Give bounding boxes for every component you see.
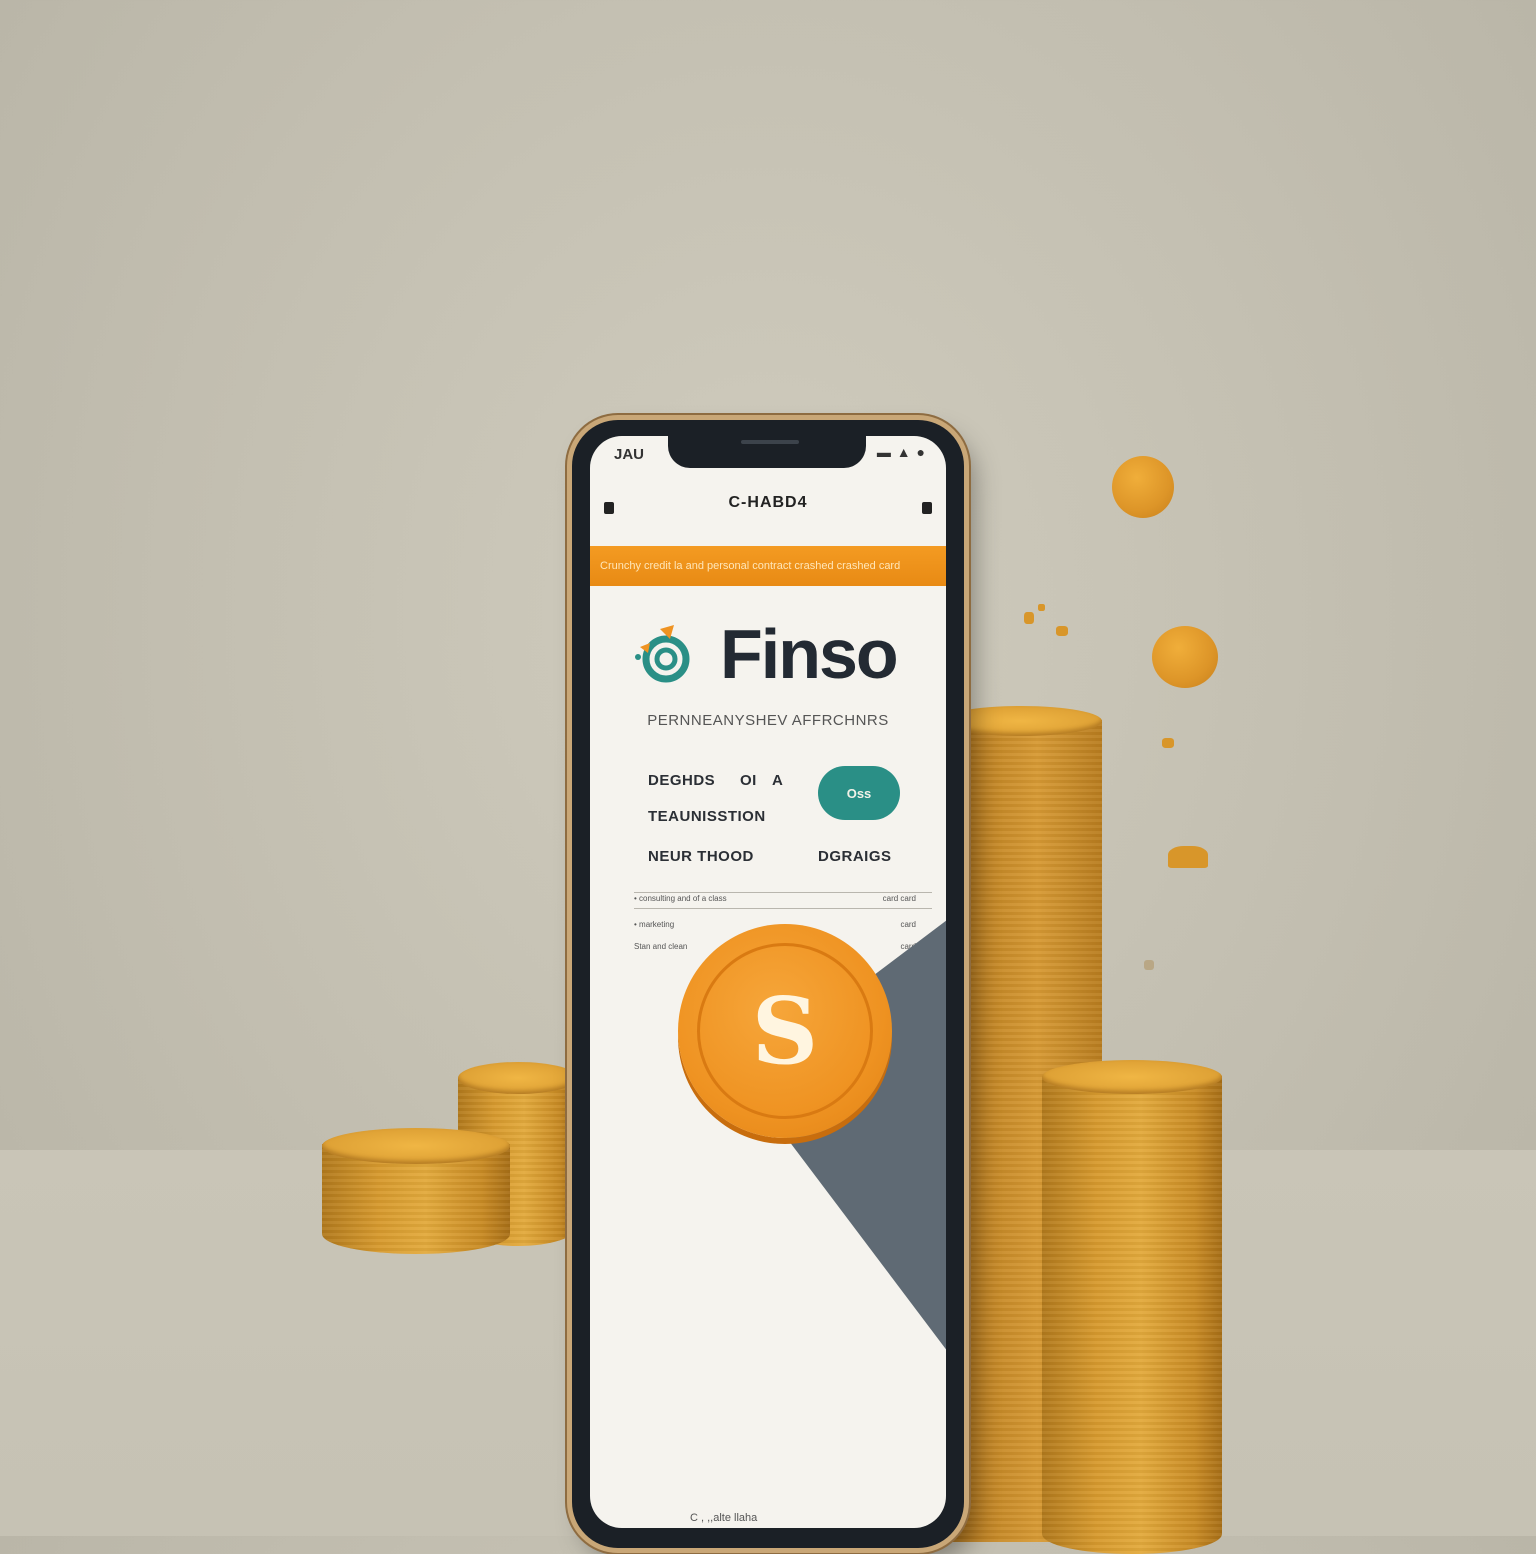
phone-speaker [741,440,799,444]
footer-text: C , ,,alte llaha [690,1512,758,1524]
promo-banner[interactable]: Crunchy credit la and personal contract … [590,546,946,586]
coin-crumb [1162,738,1174,748]
phone-notch [668,420,866,468]
divider [634,892,932,893]
list-item-left: • marketing [634,920,675,929]
info-line-3: NEUR THOOD [648,848,754,865]
status-bar-left: JAU [614,446,645,463]
dollar-coin-icon[interactable]: S [678,924,892,1138]
smartphone: JAU ▬ ▲ ● C-HABD4 Crunchy credit la and … [572,420,964,1548]
coin-symbol: S [751,977,819,1085]
coin-crumb [1038,604,1045,611]
status-bar-right: ▬ ▲ ● [876,444,926,460]
floating-coin [1152,626,1218,688]
brand-name: Finso [720,615,899,693]
list-item-right: card card [882,894,916,903]
coin-stack-right [1042,1060,1222,1554]
side-label: DGRAIGS [818,848,892,865]
info-line-1-right: A [772,772,784,789]
info-line-2: TEAUNISSTION [648,808,766,825]
coin-stack-left-front [322,1128,510,1254]
coin-inner-ring: S [697,943,873,1119]
divider [634,908,932,909]
tagline: PERNNEANYSHEV AFFRCHNRS [647,712,889,729]
action-button[interactable]: Oss [818,766,900,820]
info-line-1-left: DEGHDS [648,772,716,789]
floating-coin [1112,456,1174,518]
coin-crumb [1168,846,1208,868]
info-line-1-mid: OI [740,772,757,789]
action-button-label: Oss [846,785,872,801]
list-item-left: • consulting and of a class [634,894,727,903]
brand-header: Finso [630,614,899,694]
coin-crumb [1144,960,1154,970]
coin-crumb [1056,626,1068,636]
coin-crumb [1024,612,1034,624]
list-item-right: card [900,920,916,929]
nav-title: C-HABD4 [728,494,808,511]
menu-icon[interactable] [922,502,932,514]
app-screen: JAU ▬ ▲ ● C-HABD4 Crunchy credit la and … [590,436,946,1528]
list-item-left: Stan and clean [634,942,688,951]
logo-swirl-icon [635,625,690,683]
